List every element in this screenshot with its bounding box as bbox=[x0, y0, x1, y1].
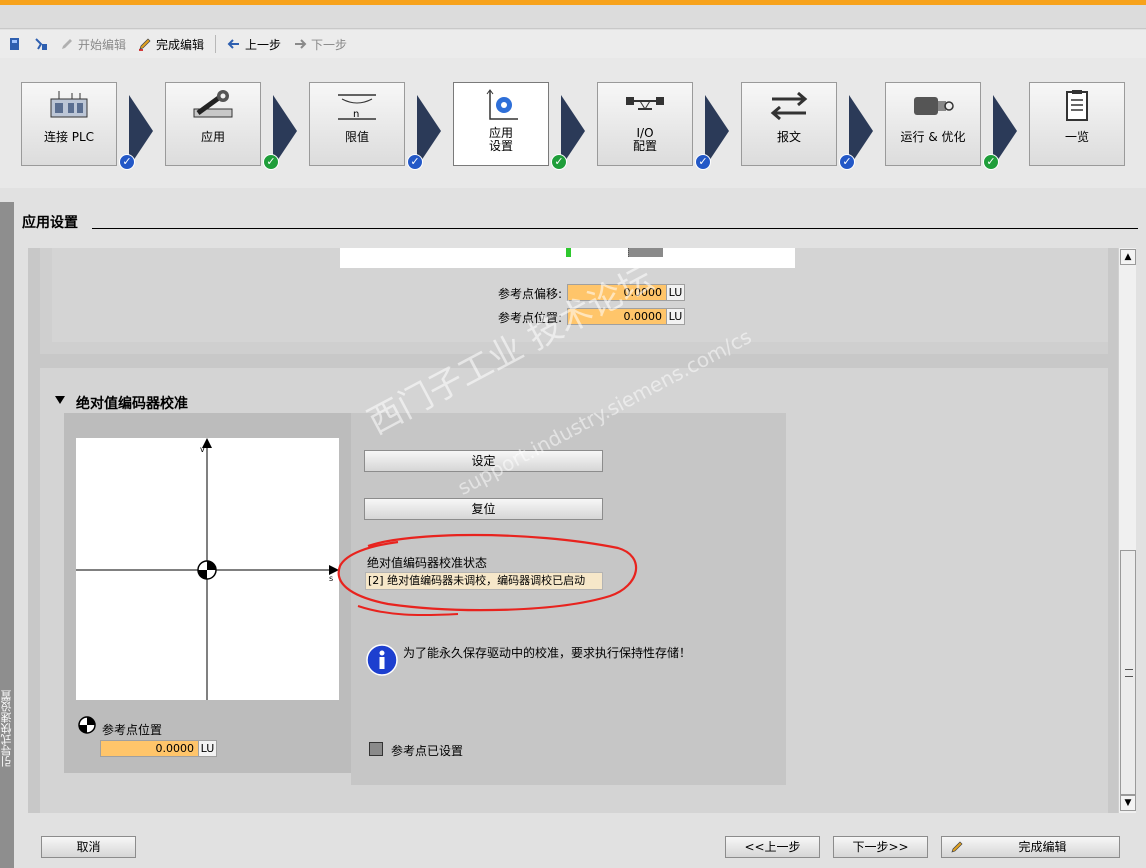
check-blue-icon: ✓ bbox=[695, 154, 711, 170]
wizard-steps: 连接 PLC ✓ 应用 ✓ n 限值 ✓ 应用 设置 ✓ I/O 配置 ✓ 报文 ✓… bbox=[0, 58, 1146, 188]
annotation-ellipse bbox=[337, 533, 638, 617]
step-label: 限值 bbox=[344, 130, 369, 144]
title-bar bbox=[0, 5, 1146, 29]
step-application[interactable]: 应用 bbox=[165, 82, 261, 166]
limits-icon: n bbox=[338, 94, 376, 120]
step-overview[interactable]: 一览 bbox=[1029, 82, 1125, 166]
finish-edit-label: 完成编辑 bbox=[156, 37, 205, 52]
step-run-optimize[interactable]: 运行 & 优化 bbox=[885, 82, 981, 166]
reset-button[interactable]: 复位 bbox=[364, 498, 603, 520]
toolbar: 开始编辑 完成编辑 上一步 下一步 bbox=[0, 30, 1146, 58]
encoder-section-title: 绝对值编码器校准 bbox=[76, 396, 188, 412]
collapse-triangle-icon[interactable] bbox=[55, 396, 65, 404]
prev-step-label: 上一步 bbox=[245, 37, 282, 52]
next-step-button[interactable]: 下一步 bbox=[289, 33, 351, 55]
finish-edit-bottom-label: 完成编辑 bbox=[1018, 840, 1067, 854]
scroll-up-icon[interactable]: ▲ bbox=[1120, 249, 1136, 265]
step-connect-plc[interactable]: 连接 PLC bbox=[21, 82, 117, 166]
guided-setup-side-tab[interactable]: 引导式快速设置 bbox=[0, 202, 14, 868]
next-button[interactable]: 下一步>> bbox=[833, 836, 928, 858]
check-blue-icon: ✓ bbox=[407, 154, 423, 170]
svg-text:n: n bbox=[353, 109, 359, 120]
ref-offset-label: 参考点偏移: bbox=[498, 287, 563, 301]
finish-edit-button[interactable]: 完成编辑 bbox=[134, 33, 208, 55]
ref-position-field[interactable]: 0.0000 bbox=[567, 308, 667, 325]
position-marker-gray bbox=[628, 248, 663, 257]
info-icon bbox=[366, 644, 398, 676]
step-label-line1: 应用 bbox=[488, 126, 513, 140]
settings-scroll-area: 参考点偏移: 0.0000 LU 参考点位置: 0.0000 LU 绝对值编码器… bbox=[28, 248, 1118, 813]
io-icon bbox=[626, 97, 664, 110]
ref-offset-unit: LU bbox=[666, 284, 685, 301]
start-edit-button[interactable]: 开始编辑 bbox=[56, 33, 130, 55]
step-application-settings[interactable]: 应用 设置 bbox=[453, 82, 549, 166]
step-telegram[interactable]: 报文 bbox=[741, 82, 837, 166]
start-edit-label: 开始编辑 bbox=[78, 37, 127, 52]
ref-point-set-checkbox[interactable] bbox=[369, 742, 383, 756]
step-label-line2: 设置 bbox=[488, 139, 513, 153]
scroll-down-icon[interactable]: ▼ bbox=[1120, 795, 1136, 811]
settings-gear-icon bbox=[486, 89, 518, 120]
ref-position-label: 参考点位置: bbox=[498, 311, 563, 325]
step-label: 应用 bbox=[200, 130, 225, 144]
cancel-button[interactable]: 取消 bbox=[41, 836, 136, 858]
step-label: 应用 设置 bbox=[454, 127, 548, 153]
pencil-check-icon bbox=[139, 38, 151, 51]
prev-step-button[interactable]: 上一步 bbox=[223, 33, 285, 55]
arrow-right-icon bbox=[295, 39, 307, 49]
check-green-icon: ✓ bbox=[551, 154, 567, 170]
bottom-button-bar: 取消 <<上一步 下一步>> 完成编辑 bbox=[28, 822, 1138, 868]
next-step-label: 下一步 bbox=[311, 37, 348, 52]
ref-position-unit: LU bbox=[666, 308, 685, 325]
ref-point-position-unit: LU bbox=[198, 740, 217, 757]
step-label: 运行 & 优化 bbox=[900, 130, 966, 144]
position-marker-green bbox=[566, 248, 571, 257]
arrow-left-icon bbox=[227, 39, 240, 49]
step-limits[interactable]: n 限值 bbox=[309, 82, 405, 166]
scroll-thumb[interactable] bbox=[1120, 550, 1136, 795]
motor-icon bbox=[914, 97, 954, 115]
axis-v-label: v bbox=[200, 445, 205, 454]
section-title: 应用设置 bbox=[22, 215, 78, 231]
device-icon bbox=[10, 38, 19, 50]
step-label: I/O 配置 bbox=[598, 127, 692, 153]
step-io-config[interactable]: I/O 配置 bbox=[597, 82, 693, 166]
save-device-button[interactable] bbox=[4, 33, 26, 55]
set-button[interactable]: 设定 bbox=[364, 450, 603, 472]
step-label-line1: I/O bbox=[636, 126, 654, 140]
step-label: 连接 PLC bbox=[43, 130, 95, 144]
position-velocity-diagram bbox=[76, 438, 339, 700]
side-tab-label: 引导式快速设置 bbox=[0, 690, 13, 767]
online-icon bbox=[35, 38, 47, 50]
check-blue-icon: ✓ bbox=[839, 154, 855, 170]
clipboard-icon bbox=[1066, 90, 1088, 121]
exchange-arrows-icon bbox=[770, 91, 808, 121]
pencil-icon bbox=[951, 841, 963, 853]
ref-point-set-label: 参考点已设置 bbox=[391, 744, 464, 758]
finish-edit-bottom-button[interactable]: 完成编辑 bbox=[941, 836, 1120, 858]
prev-button[interactable]: <<上一步 bbox=[725, 836, 820, 858]
step-label: 报文 bbox=[776, 130, 801, 144]
step-label: 一览 bbox=[1064, 130, 1089, 144]
ref-point-position-field[interactable]: 0.0000 bbox=[100, 740, 199, 757]
toolbar-separator bbox=[215, 35, 217, 53]
vertical-scrollbar[interactable]: ▲ ▼ bbox=[1118, 248, 1136, 813]
wrench-icon bbox=[193, 90, 233, 118]
pencil-icon bbox=[62, 39, 72, 49]
reference-diagram-strip bbox=[340, 248, 795, 268]
section-underline bbox=[92, 228, 1138, 229]
check-blue-icon: ✓ bbox=[119, 154, 135, 170]
step-label-line2: 配置 bbox=[632, 139, 657, 153]
ref-offset-field[interactable]: 0.0000 bbox=[567, 284, 667, 301]
plc-icon bbox=[50, 91, 88, 118]
check-green-icon: ✓ bbox=[263, 154, 279, 170]
info-message: 为了能永久保存驱动中的校准，要求执行保持性存储！ bbox=[403, 646, 692, 660]
ref-point-position-label: 参考点位置 bbox=[102, 723, 163, 737]
online-button[interactable] bbox=[30, 33, 52, 55]
check-green-icon: ✓ bbox=[983, 154, 999, 170]
reference-point-icon bbox=[78, 716, 96, 734]
